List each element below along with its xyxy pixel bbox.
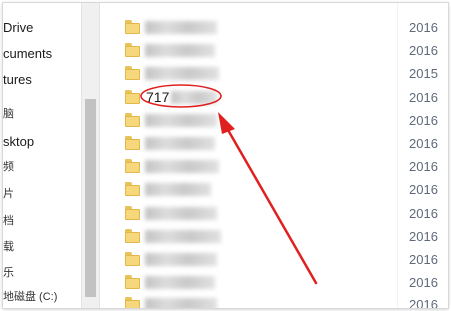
folder-icon xyxy=(125,229,140,243)
nav-item-desktop[interactable]: sktop xyxy=(3,132,34,152)
folder-icon xyxy=(125,90,140,104)
file-date: 2016 xyxy=(409,159,438,174)
file-name-redacted xyxy=(145,44,215,57)
file-date: 2016 xyxy=(409,252,438,267)
file-name-redacted xyxy=(145,160,219,173)
nav-item-documents-2[interactable]: 档 xyxy=(3,211,14,231)
file-row[interactable]: 2016 xyxy=(99,272,448,295)
file-row[interactable]: 2016 xyxy=(99,17,448,40)
file-row-selected[interactable]: 717 2016 xyxy=(99,87,448,110)
nav-item-this-pc[interactable]: 脑 xyxy=(3,104,14,124)
folder-icon xyxy=(125,275,140,289)
file-name-redacted xyxy=(145,207,217,220)
file-name-redacted xyxy=(145,230,221,243)
file-date: 2016 xyxy=(409,229,438,244)
file-name-redacted xyxy=(145,137,215,150)
file-name-redacted xyxy=(171,91,217,104)
sidebar-scrollbar[interactable] xyxy=(81,3,100,308)
file-explorer-window: Drive cuments tures 脑 sktop 频 片 档 载 乐 地磁… xyxy=(3,3,448,308)
file-date: 2016 xyxy=(409,297,438,308)
file-date: 2016 xyxy=(409,136,438,151)
folder-icon xyxy=(125,20,140,34)
folder-icon xyxy=(125,206,140,220)
file-row[interactable]: 2016 xyxy=(99,179,448,202)
folder-icon xyxy=(125,159,140,173)
file-row[interactable]: 2016 xyxy=(99,249,448,272)
file-date: 2016 xyxy=(409,20,438,35)
file-date: 2016 xyxy=(409,275,438,290)
file-row[interactable]: 2016 xyxy=(99,110,448,133)
file-date: 2016 xyxy=(409,113,438,128)
file-date: 2016 xyxy=(409,90,438,105)
folder-icon xyxy=(125,252,140,266)
file-name-redacted xyxy=(145,114,217,127)
nav-item-pictures[interactable]: tures xyxy=(3,70,32,90)
file-row[interactable]: 2016 xyxy=(99,226,448,249)
file-row[interactable]: 2016 xyxy=(99,133,448,156)
file-row[interactable]: 2016 xyxy=(99,40,448,63)
folder-icon xyxy=(125,43,140,57)
file-name-redacted xyxy=(145,276,215,289)
file-name-redacted xyxy=(145,67,219,80)
folder-icon xyxy=(125,66,140,80)
file-name-redacted xyxy=(145,21,217,34)
folder-icon xyxy=(125,182,140,196)
nav-item-videos[interactable]: 频 xyxy=(3,157,14,177)
file-date: 2016 xyxy=(409,182,438,197)
nav-item-documents[interactable]: cuments xyxy=(3,44,52,64)
folder-icon xyxy=(125,136,140,150)
file-name-redacted xyxy=(145,183,211,196)
file-date: 2016 xyxy=(409,206,438,221)
file-name-redacted xyxy=(145,298,217,308)
folder-icon xyxy=(125,297,140,308)
folder-icon xyxy=(125,113,140,127)
file-date: 2016 xyxy=(409,43,438,58)
file-list: 2016 2016 2015 717 2016 2016 2016 2016 2… xyxy=(99,3,448,308)
file-row[interactable]: 2016 xyxy=(99,156,448,179)
file-row[interactable]: 2016 xyxy=(99,294,448,308)
nav-item-pictures-2[interactable]: 片 xyxy=(3,184,14,204)
file-name: 717 xyxy=(146,89,170,105)
sidebar-scrollbar-thumb[interactable] xyxy=(85,99,96,297)
nav-item-music[interactable]: 乐 xyxy=(3,263,14,283)
file-date: 2015 xyxy=(409,66,438,81)
file-name-redacted xyxy=(145,253,217,266)
nav-item-onedrive[interactable]: Drive xyxy=(3,18,33,38)
nav-item-local-disk-c[interactable]: 地磁盘 (C:) xyxy=(3,287,57,307)
file-row[interactable]: 2016 xyxy=(99,203,448,226)
navigation-pane: Drive cuments tures 脑 sktop 频 片 档 载 乐 地磁… xyxy=(3,3,80,308)
file-row[interactable]: 2015 xyxy=(99,63,448,86)
nav-item-downloads[interactable]: 载 xyxy=(3,237,14,257)
